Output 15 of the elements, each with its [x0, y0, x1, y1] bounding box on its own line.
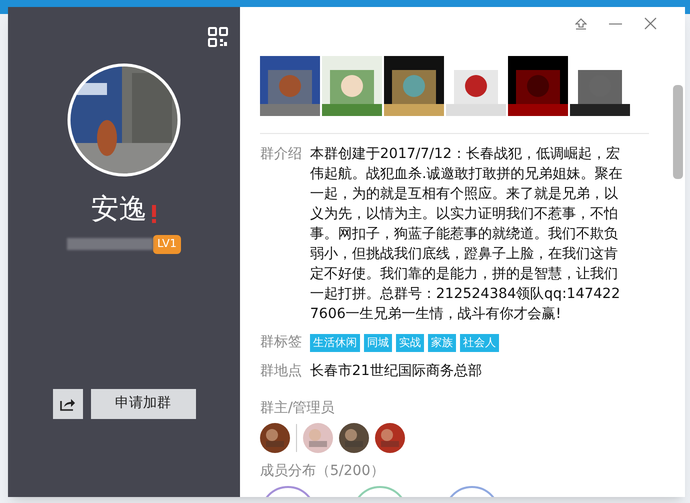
- field-label: 群标签: [260, 333, 303, 352]
- section-title: 成员分布（5/200）: [260, 462, 386, 482]
- level-badge: LV1: [153, 235, 181, 254]
- tag: 生活休闲: [310, 334, 360, 352]
- field-value: 本群创建于2017/7/12：长春战犯，低调崛起，宏伟起航。战犯血杀.诚邀敢打敢拼的兄弟姐妹。聚在一起，为的就是互相有个照应。来了就是兄弟，以义为先，以情为主。以实力证明我们不惹事，不怕事。网扣子，狗蓝子能惹事的就绕道。我们不欺负弱小，但挑战我们底线，蹬鼻子上脸，在我们这肯定不好使。我们靠的是能力，拼的是智慧，让我们一起打拼。总群号：212524384领队qq:1474227606一生兄弟一生情，战斗有你才会赢!: [310, 145, 624, 324]
- tag: 同城: [364, 334, 392, 352]
- section-title: 群主/管理员: [260, 399, 336, 418]
- tag: 社会人: [460, 334, 499, 352]
- tag: 实战: [396, 334, 424, 352]
- field-label: 群介绍: [260, 145, 303, 164]
- field-label: 群地点: [260, 362, 303, 382]
- join-group-button[interactable]: 申请加群: [90, 388, 196, 418]
- field-value: 长春市21世纪国际商务总部: [310, 362, 483, 382]
- group-name: 安逸: [91, 195, 147, 223]
- tag: 家族: [428, 334, 456, 352]
